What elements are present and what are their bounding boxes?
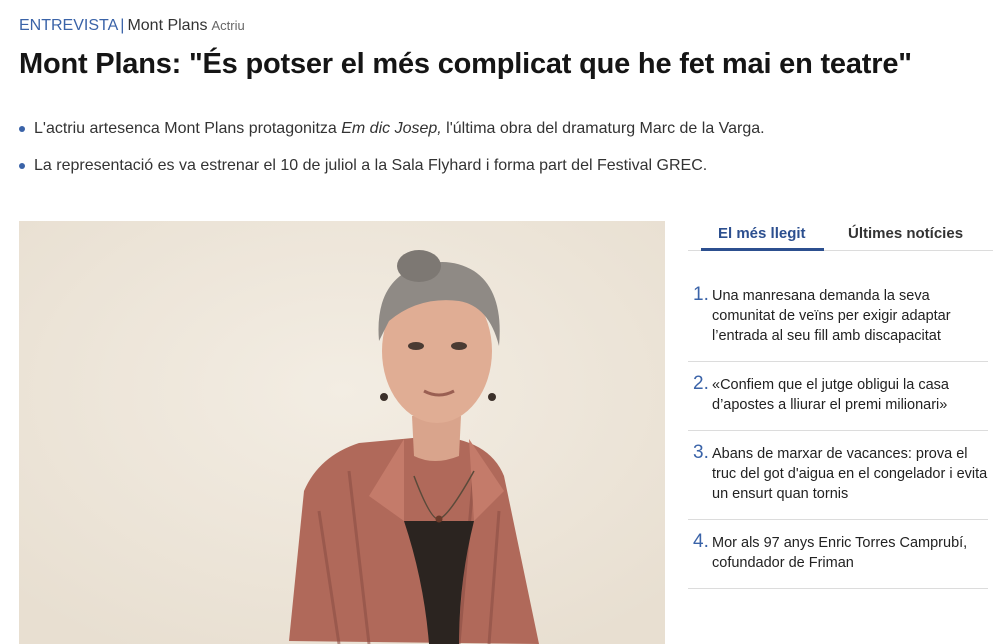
- summary-text: L'actriu artesenca Mont Plans protagonit…: [34, 120, 342, 137]
- article-kicker: ENTREVISTA | Mont Plans Actriu: [19, 16, 245, 36]
- section-link[interactable]: ENTREVISTA: [19, 17, 118, 34]
- kicker-role: Actriu: [211, 18, 245, 33]
- item-title-link[interactable]: Una manresana demanda la seva comunitat …: [712, 273, 988, 361]
- item-title-link[interactable]: Abans de marxar de vacances: prova el tr…: [712, 431, 988, 519]
- summary-bullet: La representació es va estrenar el 10 de…: [19, 155, 919, 177]
- item-number: 1.: [693, 284, 709, 305]
- item-number: 4.: [693, 531, 709, 552]
- sidebar-most-read: El més llegit Últimes notícies 1. Una ma…: [688, 221, 993, 644]
- most-read-list: 1. Una manresana demanda la seva comunit…: [688, 273, 988, 589]
- portrait-illustration: [19, 221, 665, 644]
- bullet-dot-icon: [19, 126, 25, 132]
- list-item[interactable]: 2. «Confiem que el jutge obligui la casa…: [688, 362, 988, 431]
- tab-most-read[interactable]: El més llegit: [701, 225, 824, 251]
- bullet-dot-icon: [19, 163, 25, 169]
- item-number: 2.: [693, 373, 709, 394]
- item-title-link[interactable]: «Confiem que el jutge obligui la casa d’…: [712, 362, 988, 430]
- list-item[interactable]: 1. Una manresana demanda la seva comunit…: [688, 273, 988, 362]
- kicker-separator: |: [120, 17, 125, 34]
- summary-bullet: L'actriu artesenca Mont Plans protagonit…: [19, 118, 919, 140]
- tab-latest-news[interactable]: Últimes notícies: [848, 225, 963, 242]
- article-photo: [19, 221, 665, 644]
- item-title-link[interactable]: Mor als 97 anys Enric Torres Camprubí, c…: [712, 520, 988, 588]
- summary-text: La representació es va estrenar el 10 de…: [34, 157, 708, 174]
- list-item[interactable]: 3. Abans de marxar de vacances: prova el…: [688, 431, 988, 520]
- article-summary: L'actriu artesenca Mont Plans protagonit…: [19, 118, 919, 192]
- article-headline: Mont Plans: "És potser el més complicat …: [19, 48, 912, 80]
- list-item[interactable]: 4. Mor als 97 anys Enric Torres Camprubí…: [688, 520, 988, 589]
- summary-text: l'última obra del dramaturg Marc de la V…: [441, 120, 765, 137]
- item-number: 3.: [693, 442, 709, 463]
- summary-italic: Em dic Josep,: [341, 120, 442, 137]
- kicker-person: Mont Plans: [127, 17, 208, 34]
- sidebar-tabs: El més llegit Últimes notícies: [688, 221, 993, 251]
